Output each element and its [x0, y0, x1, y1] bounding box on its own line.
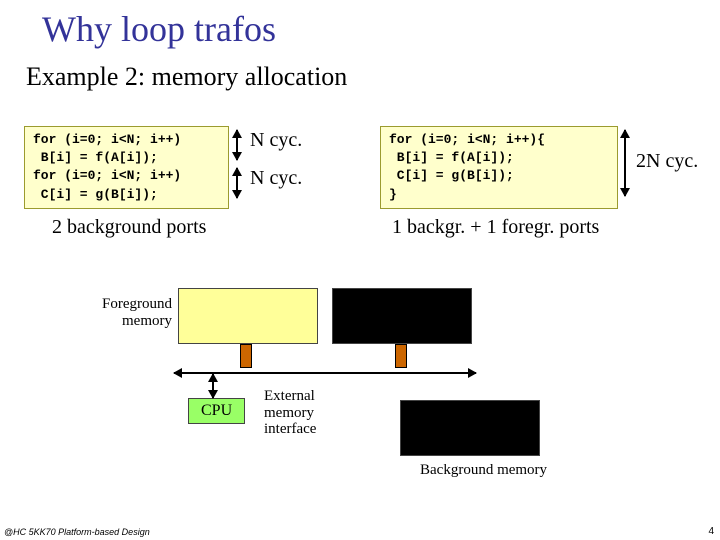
foreground-memory-label: Foreground memory	[94, 296, 172, 329]
arrow-vertical-icon	[236, 130, 238, 160]
ext-if-label: External memory interface	[264, 388, 316, 438]
arrow-horizontal-icon	[174, 372, 476, 374]
n-cyc-label-1: N cyc.	[250, 129, 302, 152]
caption-right: 1 backgr. + 1 foregr. ports	[392, 216, 599, 239]
footer-text: @HC 5KK70 Platform-based Design	[4, 527, 150, 537]
background-memory-label: Background memory	[420, 462, 547, 479]
caption-left: 2 background ports	[52, 216, 206, 239]
cpu-box: CPU	[188, 398, 245, 424]
code-block-left: for (i=0; i<N; i++) B[i] = f(A[i]); for …	[24, 126, 229, 209]
code-block-right: for (i=0; i<N; i++){ B[i] = f(A[i]); C[i…	[380, 126, 618, 209]
arrow-vertical-icon	[624, 130, 626, 196]
connector-icon	[240, 344, 252, 368]
connector-icon	[395, 344, 407, 368]
background-memory-box-top	[332, 288, 472, 344]
arrow-vertical-icon	[236, 168, 238, 198]
2n-cyc-label: 2N cyc.	[636, 150, 698, 173]
n-cyc-label-2: N cyc.	[250, 167, 302, 190]
page-title: Why loop trafos	[42, 8, 276, 50]
arrow-vertical-icon	[212, 374, 214, 398]
subtitle: Example 2: memory allocation	[26, 62, 347, 92]
background-memory-box-bottom	[400, 400, 540, 456]
page-number: 4	[708, 526, 714, 537]
foreground-memory-box	[178, 288, 318, 344]
